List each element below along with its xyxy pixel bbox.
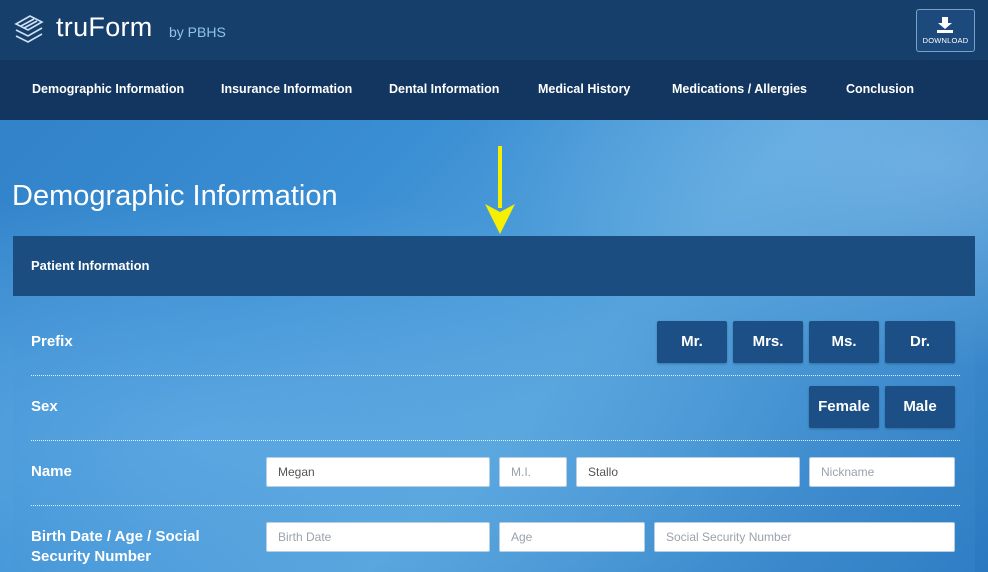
nav-medications-allergies[interactable]: Medications / Allergies	[672, 82, 807, 96]
prefix-mr-button[interactable]: Mr.	[657, 321, 727, 363]
sex-female-button[interactable]: Female	[809, 386, 879, 428]
age-input[interactable]	[499, 522, 645, 552]
prefix-label: Prefix	[31, 333, 73, 350]
nickname-input[interactable]	[809, 457, 955, 487]
top-bar: truForm by PBHS DOWNLOAD	[0, 0, 988, 60]
birth-date-label: Birth Date / Age / Social Security Numbe…	[31, 527, 200, 567]
name-label: Name	[31, 463, 72, 480]
arrow-down-icon	[484, 146, 516, 241]
birth-date-label-line2: Security Number	[31, 548, 152, 565]
app-subtitle: by PBHS	[169, 24, 226, 40]
page-title: Demographic Information	[12, 180, 338, 212]
prefix-dr-button[interactable]: Dr.	[885, 321, 955, 363]
truform-logo-icon	[12, 12, 50, 51]
middle-initial-input[interactable]	[499, 457, 567, 487]
birth-date-label-line1: Birth Date / Age / Social	[31, 528, 200, 545]
sex-male-button[interactable]: Male	[885, 386, 955, 428]
birth-date-row: Birth Date / Age / Social Security Numbe…	[31, 506, 960, 572]
ssn-input[interactable]	[654, 522, 955, 552]
patient-information-panel: Patient Information Prefix Mr. Mrs. Ms. …	[13, 236, 975, 572]
nav-insurance-information[interactable]: Insurance Information	[221, 82, 352, 96]
panel-header: Patient Information	[13, 236, 975, 296]
download-button[interactable]: DOWNLOAD	[916, 9, 975, 52]
prefix-row: Prefix Mr. Mrs. Ms. Dr.	[31, 296, 960, 376]
sex-label: Sex	[31, 398, 58, 415]
last-name-input[interactable]	[576, 457, 800, 487]
nav-medical-history[interactable]: Medical History	[538, 82, 630, 96]
first-name-input[interactable]	[266, 457, 490, 487]
prefix-ms-button[interactable]: Ms.	[809, 321, 879, 363]
download-icon	[937, 17, 953, 33]
birth-date-input[interactable]	[266, 522, 490, 552]
panel-header-label: Patient Information	[31, 258, 150, 273]
nav-dental-information[interactable]: Dental Information	[389, 82, 499, 96]
prefix-mrs-button[interactable]: Mrs.	[733, 321, 803, 363]
sex-row: Sex Female Male	[31, 376, 960, 441]
nav-conclusion[interactable]: Conclusion	[846, 82, 914, 96]
nav-demographic-information[interactable]: Demographic Information	[32, 82, 184, 96]
name-row: Name	[31, 441, 960, 506]
download-label: DOWNLOAD	[922, 36, 969, 45]
app-title: truForm	[56, 12, 153, 42]
section-nav: Demographic Information Insurance Inform…	[0, 60, 988, 120]
